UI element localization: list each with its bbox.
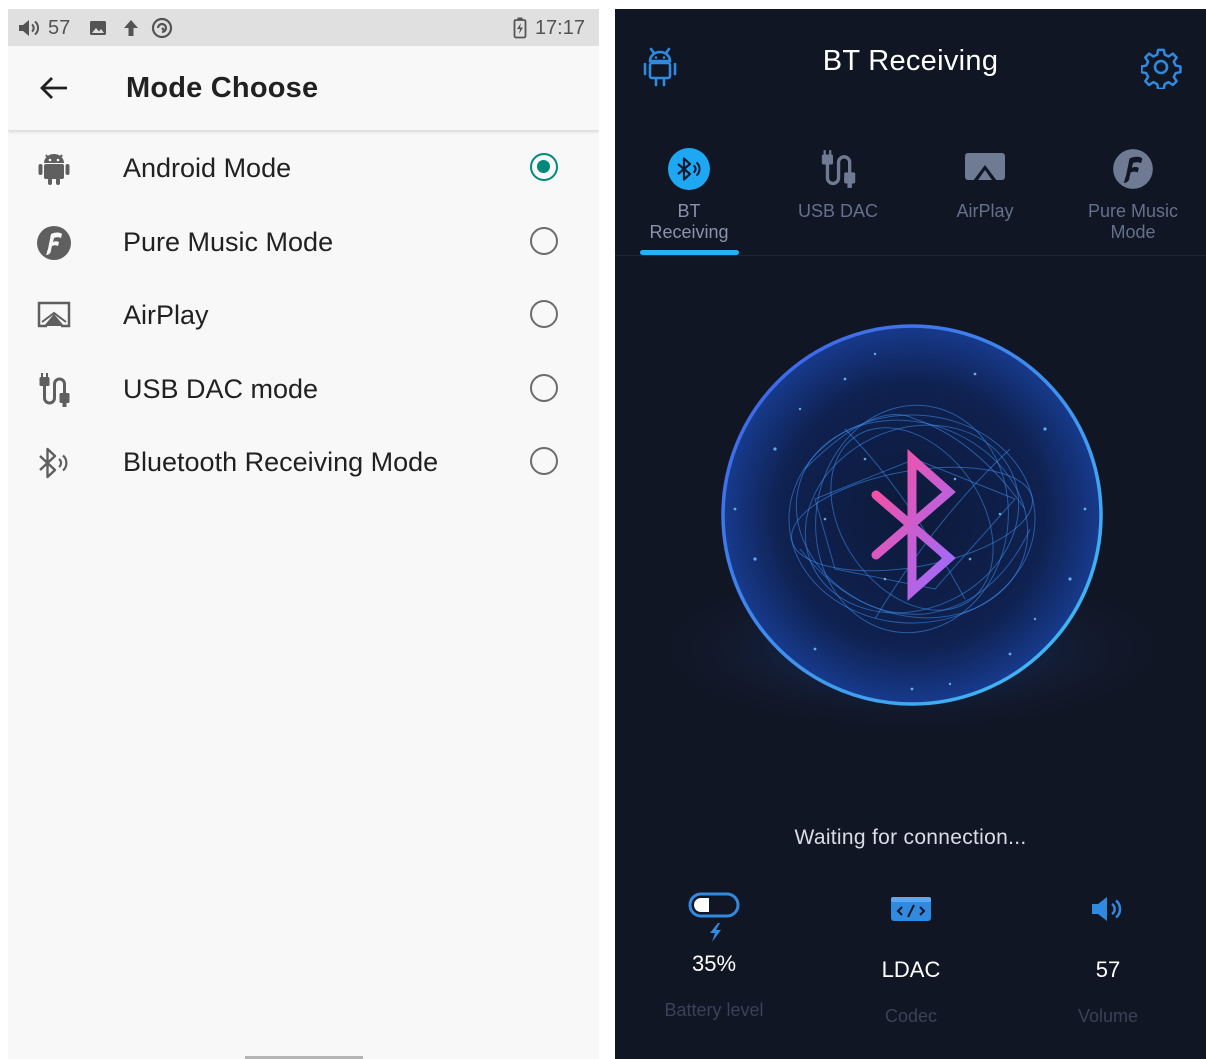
app-bar: Mode Choose (8, 46, 599, 130)
settings-button[interactable] (1140, 47, 1183, 91)
screen-title: BT Receiving (822, 45, 999, 77)
codec-stat: LDAC Codec (812, 889, 1010, 1027)
gear-icon (1140, 48, 1182, 91)
volume-label: Volume (1077, 1006, 1139, 1026)
pure-music-icon (36, 225, 72, 261)
volume-icon (19, 20, 39, 36)
mode-label: AirPlay (123, 300, 209, 330)
bluetooth-receiving-icon (36, 445, 72, 481)
radio-button[interactable] (530, 226, 558, 255)
connection-status: Waiting for connection... (794, 826, 1027, 849)
pure-music-icon (1111, 147, 1155, 191)
codec-value: LDAC (881, 957, 941, 982)
mode-item-pure-music[interactable]: Pure Music Mode (8, 207, 599, 281)
airplay-icon (963, 147, 1007, 191)
battery-charging-icon (513, 17, 527, 39)
mode-item-usb-dac[interactable]: USB DAC mode (8, 354, 599, 428)
battery-charging-icon (615, 889, 813, 947)
device-stats: 35% Battery level LDAC Codec 57 Volume (615, 889, 1206, 1059)
status-volume-level: 57 (48, 16, 71, 39)
tab-usb-dac[interactable]: USB DAC (764, 147, 912, 222)
airplay-icon (36, 298, 72, 334)
codec-label: Codec (884, 1006, 938, 1026)
usb-dac-icon (816, 147, 860, 191)
status-right-group: 17:17 (513, 16, 585, 40)
mode-item-airplay[interactable]: AirPlay (8, 280, 599, 354)
tab-label: AirPlay (956, 201, 1014, 221)
tab-label: USB DAC (797, 201, 878, 221)
tab-airplay[interactable]: AirPlay (911, 147, 1059, 222)
bt-receiving-screen: BT Receiving BT Receiving USB DAC AirPla… (615, 9, 1206, 1059)
header: BT Receiving (615, 9, 1206, 119)
status-bar: 57 17:17 (8, 9, 599, 46)
radio-button[interactable] (530, 373, 558, 402)
mode-list: Android Mode Pure Music Mode AirPlay USB… (8, 133, 599, 501)
tab-label: Pure Music Mode (1087, 201, 1179, 242)
radio-button-selected[interactable] (530, 153, 558, 181)
mode-tabs: BT Receiving USB DAC AirPlay Pure Music … (615, 147, 1206, 256)
mode-choose-screen: 57 17:17 Mode Choose Android Mode Pure M… (8, 9, 599, 1059)
status-time: 17:17 (534, 16, 585, 39)
volume-icon (1009, 889, 1206, 929)
page-title: Mode Choose (126, 72, 319, 104)
tab-pure-music-mode[interactable]: Pure Music Mode (1059, 147, 1206, 243)
mode-label: Pure Music Mode (123, 226, 334, 257)
mode-label: USB DAC mode (123, 373, 319, 404)
usb-dac-icon (36, 372, 72, 408)
volume-value: 57 (1095, 957, 1121, 982)
bluetooth-receiving-icon (667, 147, 711, 191)
codec-icon (812, 889, 1010, 929)
tab-label: BT Receiving (649, 201, 729, 242)
active-tab-indicator (640, 250, 739, 255)
mode-label: Bluetooth Receiving Mode (123, 447, 439, 477)
volume-stat: 57 Volume (1009, 889, 1206, 1027)
back-arrow-icon (40, 77, 67, 99)
battery-value: 35% (691, 951, 737, 976)
upload-icon (122, 16, 140, 40)
radio-button[interactable] (530, 300, 558, 328)
status-volume: 57 (18, 16, 70, 40)
tab-bt-receiving[interactable]: BT Receiving (616, 147, 762, 243)
image-notification-icon (88, 16, 108, 40)
auto-rotate-icon (150, 16, 174, 40)
mode-item-android[interactable]: Android Mode (8, 133, 599, 207)
back-button[interactable] (36, 70, 72, 106)
battery-stat: 35% Battery level (615, 889, 813, 1021)
mode-item-bluetooth-receiving[interactable]: Bluetooth Receiving Mode (8, 427, 599, 501)
battery-label: Battery level (664, 1000, 764, 1020)
radio-button[interactable] (530, 447, 558, 475)
mode-label: Android Mode (123, 153, 292, 183)
android-icon (36, 151, 72, 187)
bluetooth-sphere-graphic (632, 324, 1192, 739)
